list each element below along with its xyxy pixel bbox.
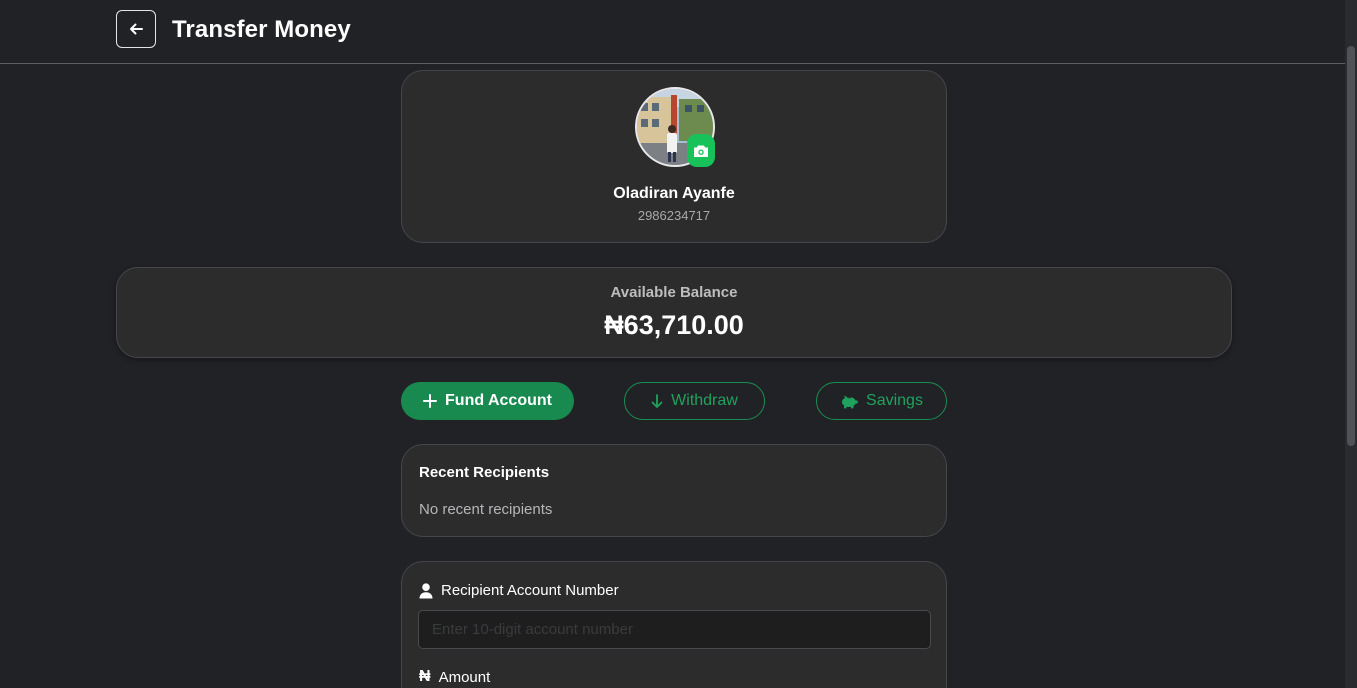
- top-header: Transfer Money: [0, 0, 1345, 64]
- user-icon: [419, 582, 433, 598]
- piggy-bank-icon: [842, 395, 858, 408]
- recent-recipients-empty: No recent recipients: [419, 501, 553, 518]
- arrow-left-icon: [130, 23, 143, 35]
- recipient-account-label: Recipient Account Number: [419, 582, 619, 599]
- savings-label: Savings: [866, 392, 923, 409]
- arrow-down-icon: [651, 393, 663, 408]
- scrollbar[interactable]: [1345, 0, 1357, 688]
- balance-amount: ₦63,710.00: [604, 310, 744, 340]
- recent-recipients-card: Recent Recipients No recent recipients: [401, 444, 947, 537]
- recent-recipients-title: Recent Recipients: [419, 464, 550, 481]
- amount-label-text: Amount: [438, 668, 491, 686]
- plus-icon: [423, 394, 438, 408]
- withdraw-label: Withdraw: [671, 392, 738, 409]
- profile-name: Oladiran Ayanfe: [613, 185, 735, 202]
- recipient-account-label-text: Recipient Account Number: [441, 582, 619, 599]
- change-photo-button[interactable]: [687, 134, 715, 167]
- fund-account-button[interactable]: Fund Account: [401, 382, 574, 420]
- back-button[interactable]: [116, 10, 156, 48]
- amount-label: ₦ Amount: [419, 668, 490, 686]
- balance-label: Available Balance: [610, 284, 738, 301]
- profile-account-number: 2986234717: [637, 208, 711, 223]
- transfer-form-card: Recipient Account Number ₦ Amount: [401, 561, 947, 688]
- transfer-money-page: Transfer Money Oladiran Ayanfe 298623471…: [0, 0, 1357, 688]
- fund-account-label: Fund Account: [445, 392, 552, 409]
- profile-card: Oladiran Ayanfe 2986234717: [401, 70, 947, 243]
- naira-icon: ₦: [419, 668, 431, 685]
- withdraw-button[interactable]: Withdraw: [624, 382, 765, 420]
- balance-card: Available Balance ₦63,710.00: [116, 267, 1232, 358]
- camera-icon: [694, 145, 708, 157]
- recipient-account-input[interactable]: [418, 610, 931, 649]
- savings-button[interactable]: Savings: [816, 382, 947, 420]
- page-title: Transfer Money: [172, 16, 351, 43]
- scrollbar-thumb[interactable]: [1347, 46, 1355, 446]
